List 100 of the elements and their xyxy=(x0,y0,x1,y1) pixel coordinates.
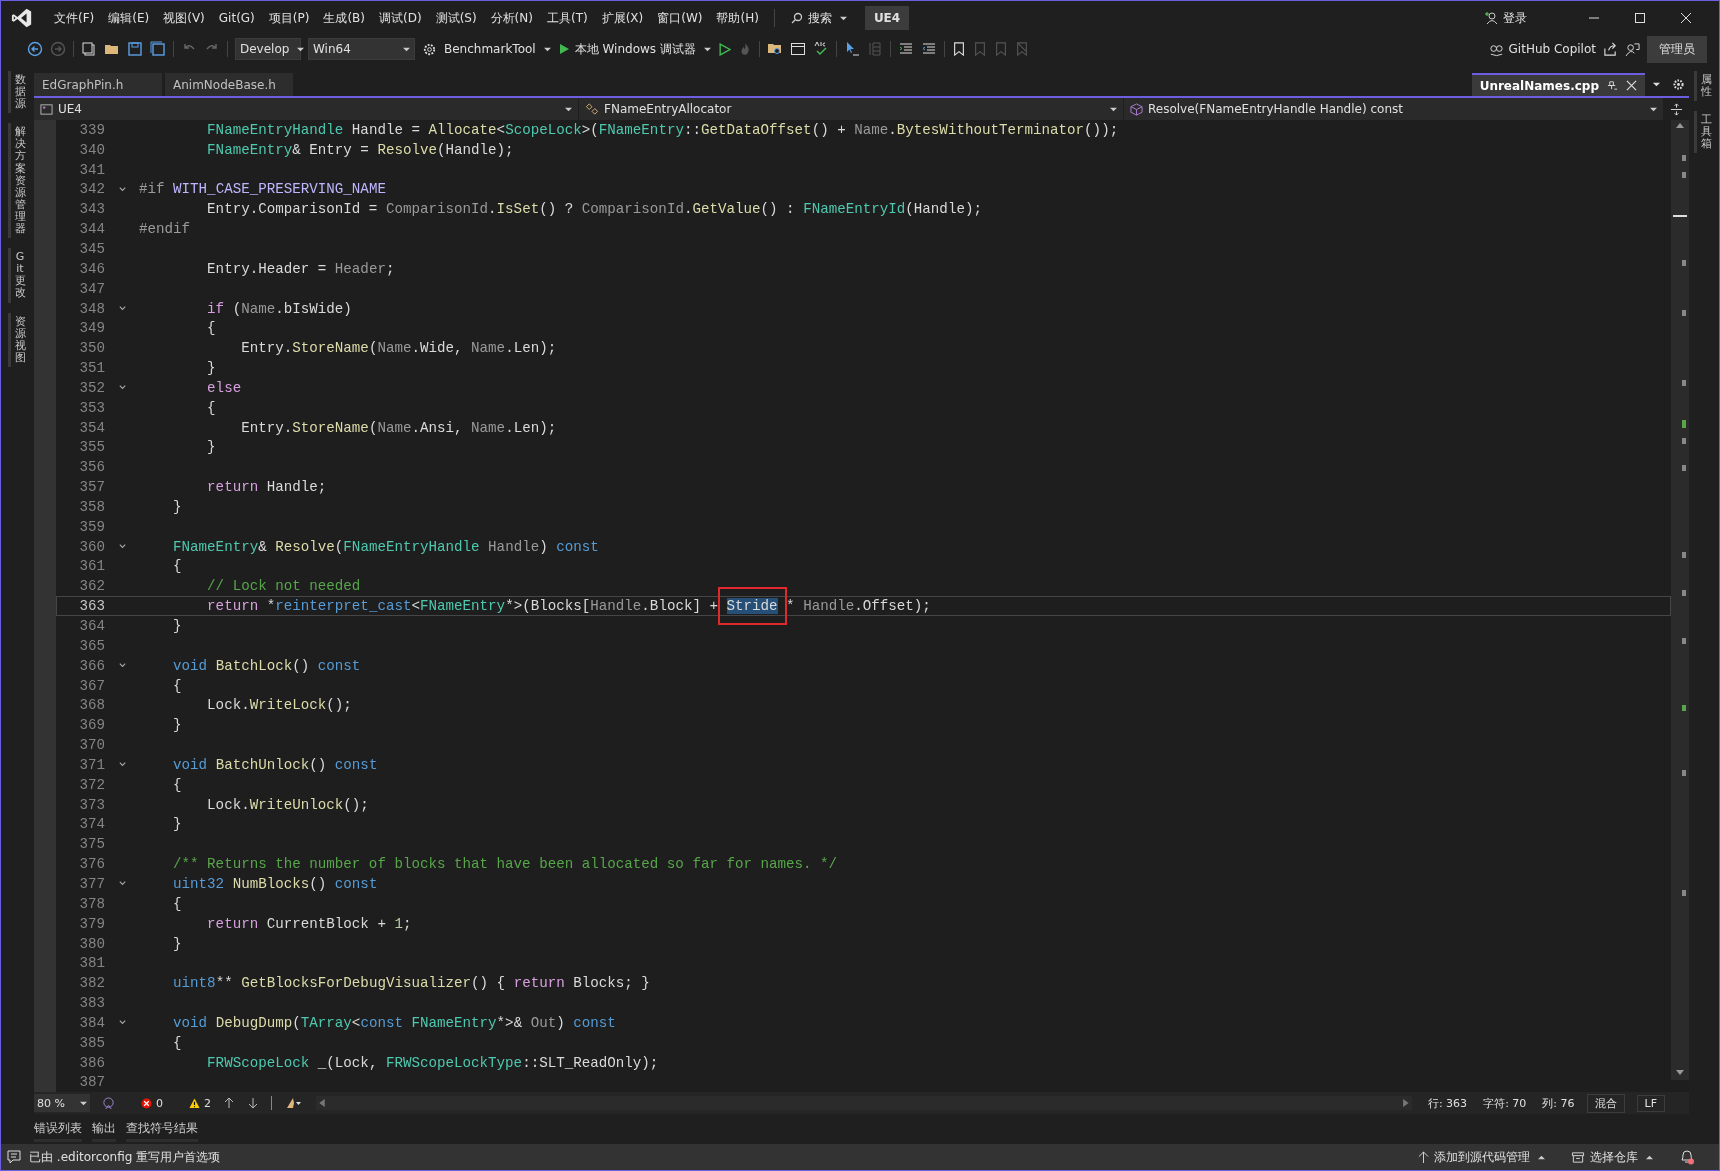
search-button[interactable]: 搜索 xyxy=(782,9,855,27)
dropdown-icon[interactable] xyxy=(1652,80,1661,89)
line-number: 375 xyxy=(78,836,105,853)
arrow-down-icon[interactable] xyxy=(247,1097,259,1109)
save-all-icon[interactable] xyxy=(150,41,166,57)
code-line: { xyxy=(172,1034,182,1051)
line-number: 342 xyxy=(78,181,105,198)
collapse-icon[interactable] xyxy=(117,304,127,313)
side-panel-tab[interactable]: 数据源 xyxy=(7,71,28,114)
menu-item[interactable]: 项目(P) xyxy=(261,9,317,27)
line-number: 374 xyxy=(78,816,105,833)
run-icon[interactable] xyxy=(717,42,731,56)
settings-icon[interactable] xyxy=(1672,78,1685,91)
code-line: FNameEntryHandle Handle = Allocate<ScopeLock>(FNameEntry::GetDataOffset() + Name.BytesWithoutTerminator()); xyxy=(206,121,1119,138)
line-number: 377 xyxy=(78,876,105,892)
close-icon[interactable] xyxy=(1626,80,1637,91)
menu-item[interactable]: 视图(V) xyxy=(156,9,212,27)
class-icon xyxy=(585,102,599,116)
menu-item[interactable]: 测试(S) xyxy=(428,9,484,27)
side-panel-tab[interactable]: Git 更改 xyxy=(7,248,28,303)
back-icon[interactable] xyxy=(27,41,43,57)
menu-item[interactable]: 编辑(E) xyxy=(101,9,157,27)
line-ending-indicator[interactable]: LF xyxy=(1636,1094,1665,1112)
tab-label[interactable]: UnrealNames.cpp xyxy=(1479,78,1599,93)
bookmark-icon[interactable] xyxy=(951,41,966,57)
menu-item[interactable]: 分析(N) xyxy=(483,9,540,27)
warning-icon xyxy=(189,1097,200,1109)
member-dropdown[interactable]: Resolve(FNameEntryHandle Handle) const xyxy=(1124,98,1664,120)
menu-item[interactable]: 文件(F) xyxy=(47,9,102,27)
document-tab[interactable]: AnimNodeBase.h xyxy=(165,73,293,96)
caret-icon xyxy=(839,14,847,22)
notification-bell-icon[interactable] xyxy=(1679,1149,1695,1165)
scope-dropdown[interactable]: FNameEntryAllocator xyxy=(579,98,1124,120)
line-number: 349 xyxy=(78,320,105,337)
menu-item[interactable]: 生成(B) xyxy=(316,9,372,27)
project-dropdown[interactable]: UE4 xyxy=(34,98,579,120)
spell-check-icon[interactable] xyxy=(812,41,829,57)
outdent-icon[interactable] xyxy=(920,41,937,57)
line-number: 367 xyxy=(78,677,105,694)
line-number: 373 xyxy=(78,796,105,813)
menu-item[interactable]: 工具(T) xyxy=(539,9,595,27)
line-indicator: 行: 363 xyxy=(1427,1095,1468,1111)
menu-item[interactable]: 窗口(W) xyxy=(650,9,710,27)
menu-item[interactable]: 调试(D) xyxy=(372,9,429,27)
line-number: 357 xyxy=(78,479,105,496)
start-debugging-button[interactable]: 本地 Windows 调试器 xyxy=(557,40,711,58)
side-panel-tab[interactable]: 属性 xyxy=(1694,71,1714,102)
code-line: } xyxy=(172,498,182,515)
folder-search-icon[interactable] xyxy=(766,41,783,57)
line-number: 372 xyxy=(78,776,105,793)
caret-icon xyxy=(297,45,305,53)
side-panel-tab[interactable]: 工具箱 xyxy=(1694,111,1714,154)
gear-icon[interactable] xyxy=(422,41,437,57)
add-to-source-control-button[interactable]: 添加到源代码管理 xyxy=(1418,1148,1545,1166)
maximize-icon[interactable] xyxy=(1634,12,1646,24)
document-tab[interactable]: EdGraphPin.h xyxy=(34,73,162,96)
code-line: Entry.Header = Header; xyxy=(206,260,395,277)
menu-item[interactable]: Git(G) xyxy=(211,11,262,25)
select-repository-button[interactable]: 选择仓库 xyxy=(1571,1148,1653,1166)
code-line: } xyxy=(206,439,216,456)
code-line: } xyxy=(172,717,182,734)
code-line: Entry.StoreName(Name.Ansi, Name.Len); xyxy=(240,419,557,436)
side-panel-tab[interactable]: 解决方案资源管理器 xyxy=(7,123,28,239)
pin-icon[interactable] xyxy=(1607,80,1618,91)
new-project-icon[interactable] xyxy=(81,41,97,57)
arrow-up-icon[interactable] xyxy=(223,1097,235,1109)
startup-project-dropdown[interactable]: BenchmarkTool xyxy=(444,42,551,56)
collapse-icon[interactable] xyxy=(117,184,127,194)
solution-name: UE4 xyxy=(864,6,910,30)
close-icon[interactable] xyxy=(1680,12,1692,24)
copilot-button[interactable]: GitHub Copilot xyxy=(1488,41,1596,57)
split-icon[interactable] xyxy=(1670,102,1683,116)
document-tab[interactable]: UnrealNames.cpp xyxy=(1471,73,1645,96)
sign-in-button[interactable]: 登录 xyxy=(1484,9,1527,27)
code-line: } xyxy=(172,816,182,833)
indent-icon[interactable] xyxy=(897,41,914,57)
window-layout-icon[interactable] xyxy=(789,41,806,57)
line-number: 355 xyxy=(78,439,105,456)
feedback-icon[interactable] xyxy=(1625,41,1640,57)
line-number: 356 xyxy=(78,459,105,476)
arrow-up-icon xyxy=(1418,1150,1429,1164)
error-count[interactable]: 0 xyxy=(141,1096,163,1110)
line-number: 378 xyxy=(78,895,105,912)
save-icon[interactable] xyxy=(127,41,143,57)
share-icon[interactable] xyxy=(1603,41,1618,57)
scrollbar-drawing[interactable] xyxy=(1671,120,1689,1080)
zoom-dropdown[interactable]: 80 % xyxy=(34,1094,90,1112)
message-icon xyxy=(7,1150,21,1164)
configuration-dropdown[interactable]: Develop xyxy=(235,38,301,60)
line-number: 383 xyxy=(78,995,105,1012)
warning-count[interactable]: 2 xyxy=(189,1096,211,1110)
code-line: void DebugDump(TArray<const FNameEntry*>& Out) const xyxy=(172,1014,616,1031)
broom-icon[interactable] xyxy=(284,1097,304,1109)
caret-icon xyxy=(565,105,572,113)
code-line: Lock.WriteLock(); xyxy=(206,697,352,714)
side-panel-tab[interactable]: 资源视图 xyxy=(7,312,28,367)
whitespace-indicator[interactable]: 混合 xyxy=(1586,1093,1625,1113)
platform-dropdown[interactable]: Win64 xyxy=(308,38,415,60)
menu-item[interactable]: 帮助(H) xyxy=(709,9,766,27)
menu-item[interactable]: 扩展(X) xyxy=(594,9,651,27)
